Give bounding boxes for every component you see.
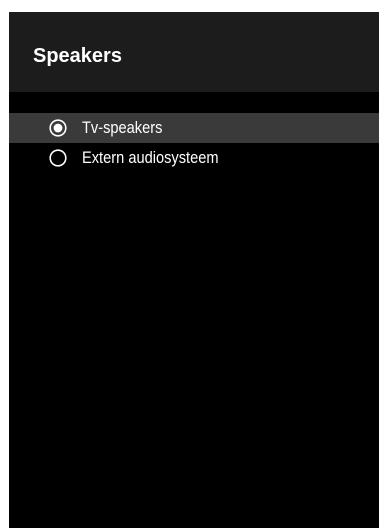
radio-selected-icon xyxy=(49,119,67,137)
option-label: Extern audiosysteem xyxy=(82,148,219,167)
option-tv-speakers[interactable]: Tv-speakers xyxy=(9,113,379,143)
radio-unselected-icon xyxy=(49,149,67,167)
speaker-options-list: Tv-speakers Extern audiosysteem xyxy=(9,113,379,173)
option-label: Tv-speakers xyxy=(82,118,163,137)
speakers-panel: Speakers Tv-speakers Extern audiosysteem xyxy=(9,12,379,528)
panel-header: Speakers xyxy=(9,12,379,92)
screen-frame: Speakers Tv-speakers Extern audiosysteem xyxy=(0,0,379,528)
option-extern-audiosysteem[interactable]: Extern audiosysteem xyxy=(9,143,379,173)
page-title: Speakers xyxy=(33,45,122,67)
